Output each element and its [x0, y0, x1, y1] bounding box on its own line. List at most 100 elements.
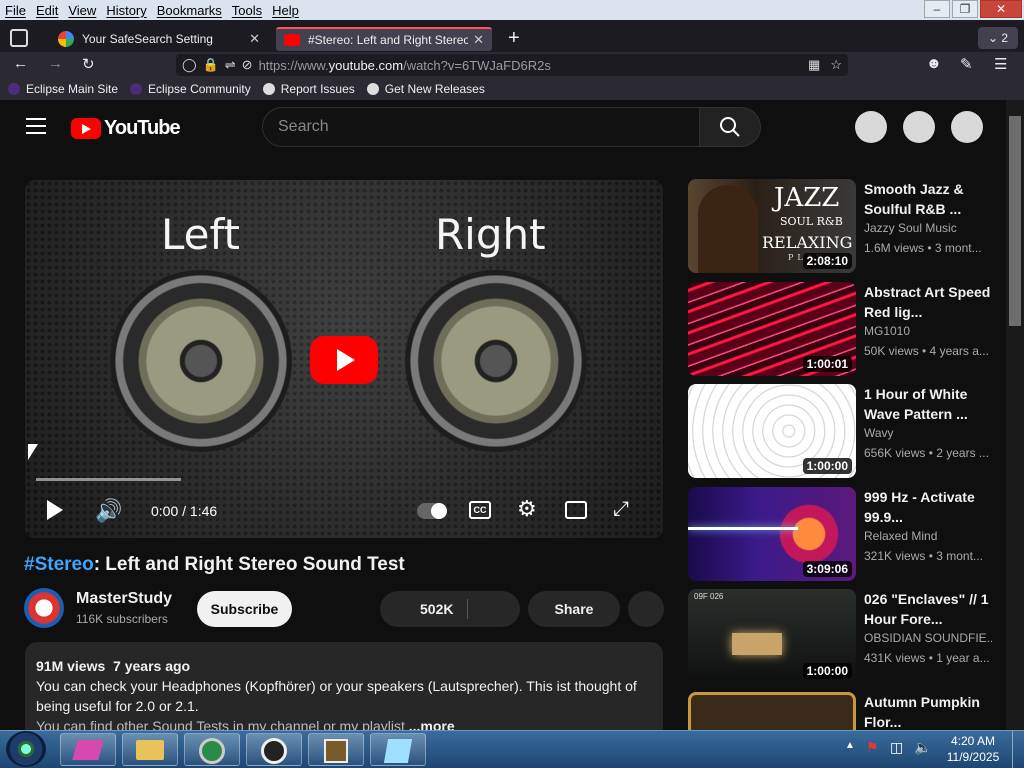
tray-clock[interactable]: 4:20 AM 11/9/2025: [940, 733, 1006, 765]
bookmark-star-icon[interactable]: ☆: [830, 57, 842, 73]
bookmark-get-new-releases[interactable]: Get New Releases: [366, 82, 485, 96]
back-arrow-icon[interactable]: ←: [13, 55, 28, 72]
recommendation-item[interactable]: 3:09:06 999 Hz - Activate 99.9... Relaxe…: [688, 487, 1006, 581]
recommendation-channel[interactable]: Wavy: [864, 426, 992, 440]
eclipse-icon: [8, 83, 20, 95]
recommendation-item[interactable]: 1:00:01 Abstract Art Speed Red lig... MG…: [688, 282, 1006, 376]
share-button[interactable]: Share: [528, 591, 620, 627]
github-icon: [366, 83, 379, 95]
autoplay-toggle[interactable]: [417, 503, 447, 519]
more-actions-button[interactable]: [628, 591, 664, 627]
large-play-button[interactable]: [310, 336, 378, 384]
subtitles-icon[interactable]: CC: [469, 501, 491, 519]
search-button[interactable]: [699, 107, 761, 147]
menu-edit[interactable]: Edit: [31, 3, 63, 18]
taskbar-network-button[interactable]: [184, 733, 240, 766]
recommendation-title[interactable]: 1 Hour of White Wave Pattern ...: [864, 384, 992, 424]
close-icon[interactable]: ✕: [980, 0, 1022, 18]
recommendation-channel[interactable]: Relaxed Mind: [864, 529, 992, 543]
taskbar-media-button[interactable]: [308, 733, 364, 766]
tray-volume-icon[interactable]: 🔈: [914, 739, 931, 756]
tab-close-icon[interactable]: ✕: [249, 31, 260, 47]
more-link[interactable]: ...more: [409, 718, 455, 730]
subscribe-button[interactable]: Subscribe: [197, 591, 292, 627]
account-icon[interactable]: ☻: [926, 55, 942, 72]
account-avatar-circle[interactable]: [951, 111, 983, 143]
menu-history[interactable]: History: [101, 3, 151, 18]
taskbar-obs-button[interactable]: [246, 733, 302, 766]
new-tab-plus-icon[interactable]: +: [508, 27, 520, 50]
recommendation-title[interactable]: 026 "Enclaves" // 1 Hour Fore...: [864, 589, 992, 629]
youtube-logo[interactable]: YouTube: [71, 117, 181, 140]
menu-bookmarks[interactable]: Bookmarks: [152, 3, 227, 18]
autoplay-blocked-icon[interactable]: ⊘: [242, 57, 253, 73]
hashtag-link[interactable]: #Stereo: [24, 554, 94, 575]
guide-menu-icon[interactable]: [26, 118, 46, 134]
reload-icon[interactable]: ↻: [82, 55, 95, 73]
description-box[interactable]: 91M views 7 years ago You can check your…: [25, 642, 663, 730]
minimize-icon[interactable]: –: [924, 0, 950, 18]
duration-badge: 1:00:01: [802, 356, 852, 372]
recommendation-item[interactable]: 1:00:00 1 Hour of White Wave Pattern ...…: [688, 384, 1006, 478]
recommendation-title[interactable]: Abstract Art Speed Red lig...: [864, 282, 992, 322]
globe-icon: [199, 738, 225, 764]
tab-close-icon[interactable]: ✕: [473, 32, 484, 48]
shield-icon[interactable]: ◯: [182, 57, 197, 73]
recommendation-title[interactable]: Autumn Pumpkin Flor...: [864, 692, 992, 730]
page-scrollbar[interactable]: [1006, 100, 1024, 730]
right-speaker-image: [405, 270, 587, 452]
forward-arrow-icon[interactable]: →: [48, 55, 63, 72]
bookmark-report-issues[interactable]: Report Issues: [262, 82, 355, 96]
notifications-avatar-circle[interactable]: [903, 111, 935, 143]
restore-icon[interactable]: ❐: [952, 0, 978, 18]
recommendation-title[interactable]: Smooth Jazz & Soulful R&B ...: [864, 179, 992, 219]
reader-view-icon[interactable]: ▦: [808, 57, 820, 73]
menu-view[interactable]: View: [63, 3, 101, 18]
bookmark-eclipse-main[interactable]: Eclipse Main Site: [8, 82, 118, 96]
url-bar[interactable]: ◯ 🔒 ⇌ ⊘ https://www. youtube.com/watch?v=…: [176, 54, 848, 76]
recommendation-item[interactable]: Autumn Pumpkin Flor...: [688, 692, 1006, 730]
taskbar-notes-button[interactable]: [370, 733, 426, 766]
permissions-icon[interactable]: ⇌: [225, 57, 236, 73]
tray-network-icon[interactable]: ◫: [890, 739, 903, 756]
subscriber-count: 116K subscribers: [76, 612, 168, 626]
recommendation-channel[interactable]: OBSIDIAN SOUNDFIE...: [864, 631, 992, 645]
recommendation-item[interactable]: 09F 026 1:00:00 026 "Enclaves" // 1 Hour…: [688, 589, 1006, 683]
progress-bar[interactable]: [36, 478, 181, 481]
extensions-icon[interactable]: ✎: [960, 55, 973, 73]
tab-overview-icon[interactable]: [10, 29, 28, 47]
scrollbar-thumb[interactable]: [1009, 116, 1021, 326]
start-button[interactable]: [6, 731, 46, 767]
tab-list-button[interactable]: ⌄ 2: [978, 27, 1018, 49]
tray-security-icon[interactable]: ⚑: [866, 739, 879, 756]
search-input[interactable]: Search: [262, 107, 700, 147]
play-icon[interactable]: [47, 500, 63, 520]
menu-help[interactable]: Help: [267, 3, 304, 18]
taskbar-app-button[interactable]: [60, 733, 116, 766]
show-desktop-button[interactable]: [1012, 731, 1024, 768]
menu-tools[interactable]: Tools: [227, 3, 267, 18]
hamburger-menu-icon[interactable]: ☰: [994, 55, 1007, 73]
lock-icon[interactable]: 🔒: [203, 57, 219, 73]
recommendation-title[interactable]: 999 Hz - Activate 99.9...: [864, 487, 992, 527]
miniplayer-icon[interactable]: [565, 501, 587, 519]
like-count: 502K: [420, 601, 454, 617]
menu-file[interactable]: File: [0, 3, 31, 18]
create-avatar-circle[interactable]: [855, 111, 887, 143]
fullscreen-icon[interactable]: ⤢: [613, 498, 629, 521]
like-button[interactable]: 502K: [380, 591, 520, 627]
recommendation-channel[interactable]: Jazzy Soul Music: [864, 221, 992, 235]
recommendation-item[interactable]: JAZZ SOUL R&B RELAXING PLAY 2:08:10 Smoo…: [688, 179, 1006, 273]
volume-icon[interactable]: 🔊: [95, 498, 122, 524]
channel-name[interactable]: MasterStudy: [76, 590, 172, 608]
film-icon: [324, 739, 348, 763]
bookmark-eclipse-community[interactable]: Eclipse Community: [130, 82, 251, 96]
recommendation-channel[interactable]: MG1010: [864, 324, 992, 338]
channel-avatar[interactable]: [24, 588, 64, 628]
settings-gear-icon[interactable]: ⚙: [517, 496, 537, 522]
taskbar-explorer-button[interactable]: [122, 733, 178, 766]
video-player[interactable]: Left Right 🔊 0:00 / 1:46 CC ⚙ ⤢: [25, 180, 663, 538]
tab-safesearch[interactable]: Your SafeSearch Setting ✕: [50, 27, 268, 51]
tray-up-arrow-icon[interactable]: ▲: [845, 740, 855, 751]
tab-youtube[interactable]: #Stereo: Left and Right Stereo So ✕: [276, 27, 492, 51]
